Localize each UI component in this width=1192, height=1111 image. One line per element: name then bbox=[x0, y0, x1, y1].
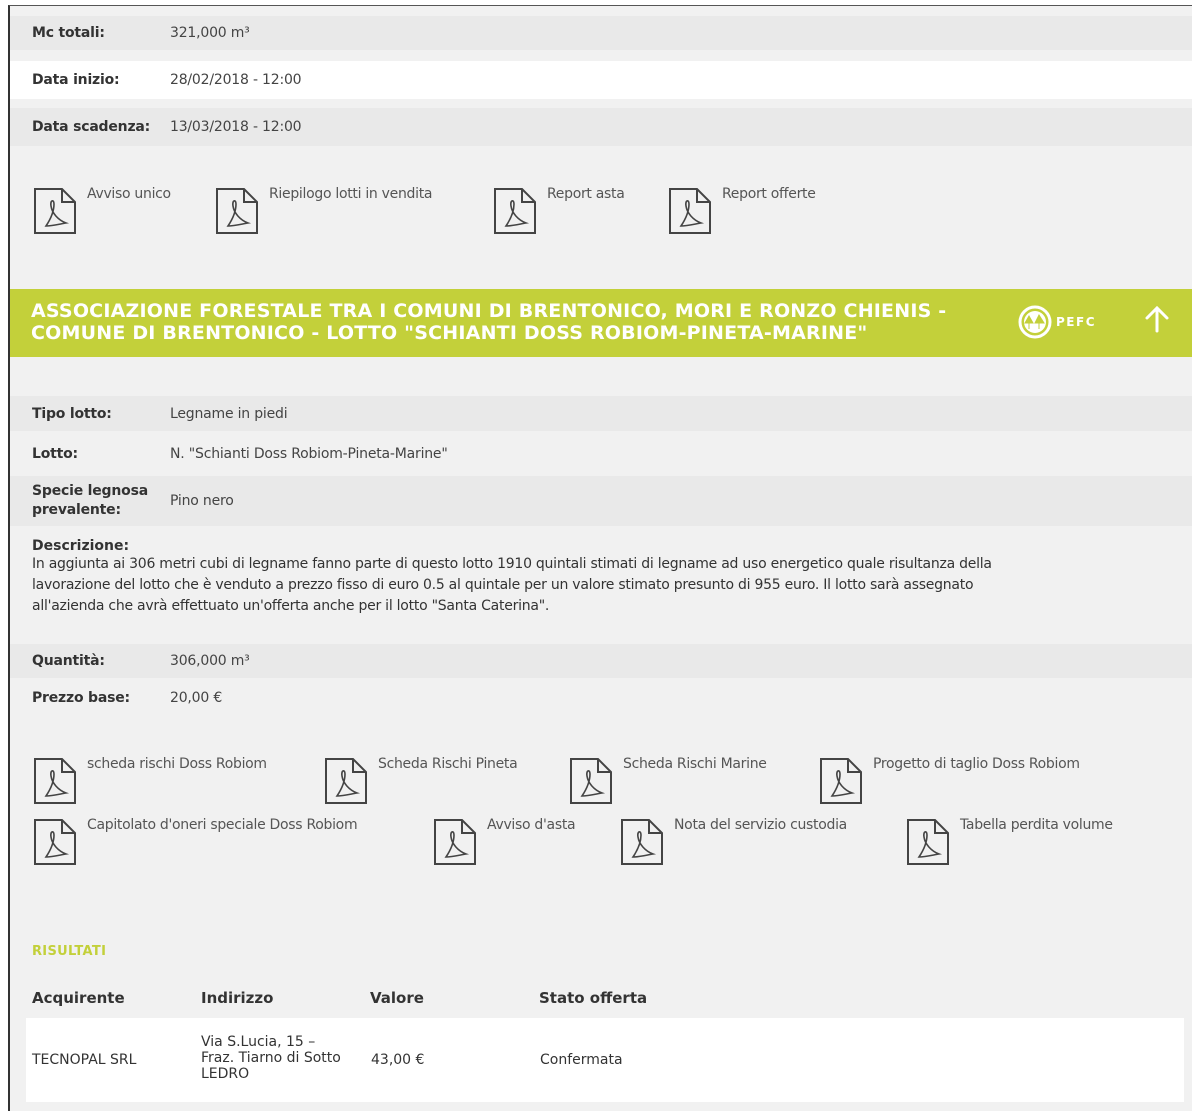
descrizione-label: Descrizione: bbox=[32, 538, 130, 554]
cell-acquirente: TECNOPAL SRL bbox=[32, 1052, 137, 1068]
doc-label: Scheda Rischi Pineta bbox=[378, 756, 518, 772]
quantita-value: 306,000 m³ bbox=[170, 653, 250, 669]
doc-label: Tabella perdita volume bbox=[960, 817, 1113, 833]
quantita-label: Quantità: bbox=[32, 653, 105, 669]
doc-label: scheda rischi Doss Robiom bbox=[87, 756, 267, 772]
data-scadenza-label: Data scadenza: bbox=[32, 119, 151, 135]
doc-label: Riepilogo lotti in vendita bbox=[269, 186, 433, 202]
header-stato-offerta: Stato offerta bbox=[539, 989, 648, 1007]
pdf-icon bbox=[907, 819, 949, 865]
prezzo-base-row: Prezzo base: 20,00 € bbox=[10, 681, 1192, 715]
table-row: TECNOPAL SRL Via S.Lucia, 15 – Fraz. Tia… bbox=[26, 1018, 1184, 1102]
descrizione-line-2: lavorazione del lotto che è venduto a pr… bbox=[32, 577, 974, 593]
doc-label: Avviso d'asta bbox=[487, 817, 576, 833]
doc-link-report-offerte[interactable]: Report offerte bbox=[667, 186, 816, 236]
indirizzo-line-2: Fraz. Tiarno di Sotto bbox=[201, 1050, 341, 1066]
specie-row: Specie legnosa prevalente: Pino nero bbox=[10, 476, 1192, 526]
results-table-header: Acquirente Indirizzo Valore Stato offert… bbox=[32, 989, 1182, 1011]
pdf-icon bbox=[34, 188, 76, 234]
doc-link-tabella-perdita-volume[interactable]: Tabella perdita volume bbox=[905, 817, 1113, 867]
lotto-value: N. "Schianti Doss Robiom-Pineta-Marine" bbox=[170, 445, 448, 462]
pdf-icon bbox=[434, 819, 476, 865]
specie-label-line-1: Specie legnosa bbox=[32, 483, 148, 499]
tipo-lotto-value: Legname in piedi bbox=[170, 405, 288, 422]
doc-link-scheda-rischi-doss-robiom[interactable]: scheda rischi Doss Robiom bbox=[32, 756, 267, 806]
pefc-logo-text: PEFC bbox=[1056, 315, 1096, 329]
pdf-icon bbox=[669, 188, 711, 234]
lotto-row: Lotto: N. "Schianti Doss Robiom-Pineta-M… bbox=[10, 436, 1192, 471]
doc-label: Report offerte bbox=[722, 186, 816, 202]
specie-label-line-2: prevalente: bbox=[32, 502, 121, 518]
pdf-icon bbox=[820, 758, 862, 804]
mc-totali-value: 321,000 m³ bbox=[170, 25, 250, 41]
descrizione-line-1: In aggiunta ai 306 metri cubi di legname… bbox=[32, 556, 992, 572]
doc-label: Avviso unico bbox=[87, 186, 171, 202]
header-indirizzo: Indirizzo bbox=[201, 989, 274, 1007]
pdf-icon bbox=[621, 819, 663, 865]
pdf-icon bbox=[34, 758, 76, 804]
data-scadenza-value: 13/03/2018 - 12:00 bbox=[170, 119, 302, 135]
doc-label: Report asta bbox=[547, 186, 625, 202]
specie-value: Pino nero bbox=[170, 493, 234, 509]
lotto-label: Lotto: bbox=[32, 445, 78, 462]
pdf-icon bbox=[34, 819, 76, 865]
pdf-icon bbox=[216, 188, 258, 234]
tipo-lotto-row: Tipo lotto: Legname in piedi bbox=[10, 396, 1192, 431]
descrizione-block: Descrizione: In aggiunta ai 306 metri cu… bbox=[10, 538, 1192, 617]
cell-indirizzo: Via S.Lucia, 15 – Fraz. Tiarno di Sotto … bbox=[201, 1034, 341, 1082]
auction-detail-panel: Mc totali: 321,000 m³ Data inizio: 28/02… bbox=[8, 5, 1192, 1111]
doc-link-avviso-asta[interactable]: Avviso d'asta bbox=[432, 817, 576, 867]
data-scadenza-row: Data scadenza: 13/03/2018 - 12:00 bbox=[10, 108, 1192, 146]
doc-link-riepilogo-lotti[interactable]: Riepilogo lotti in vendita bbox=[214, 186, 432, 236]
pefc-tree-icon bbox=[1018, 305, 1052, 339]
results-section-title: RISULTATI bbox=[32, 944, 107, 959]
doc-link-scheda-rischi-marine[interactable]: Scheda Rischi Marine bbox=[568, 756, 767, 806]
header-valore: Valore bbox=[370, 989, 424, 1007]
cell-stato-offerta: Confermata bbox=[540, 1052, 623, 1068]
data-inizio-row: Data inizio: 28/02/2018 - 12:00 bbox=[10, 61, 1192, 99]
specie-label: Specie legnosa prevalente: bbox=[32, 482, 170, 520]
pdf-icon bbox=[325, 758, 367, 804]
doc-link-avviso-unico[interactable]: Avviso unico bbox=[32, 186, 171, 236]
doc-label: Scheda Rischi Marine bbox=[623, 756, 767, 772]
doc-link-report-asta[interactable]: Report asta bbox=[492, 186, 625, 236]
pdf-icon bbox=[570, 758, 612, 804]
scroll-up-button[interactable] bbox=[1144, 305, 1170, 338]
doc-link-scheda-rischi-pineta[interactable]: Scheda Rischi Pineta bbox=[323, 756, 518, 806]
indirizzo-line-3: LEDRO bbox=[201, 1066, 250, 1082]
doc-link-capitolato[interactable]: Capitolato d'oneri speciale Doss Robiom bbox=[32, 817, 358, 867]
mc-totali-label: Mc totali: bbox=[32, 25, 105, 41]
lot-title-banner: ASSOCIAZIONE FORESTALE TRA I COMUNI DI B… bbox=[10, 289, 1192, 357]
cell-valore: 43,00 € bbox=[371, 1052, 425, 1068]
mc-totali-row: Mc totali: 321,000 m³ bbox=[10, 16, 1192, 50]
doc-label: Progetto di taglio Doss Robiom bbox=[873, 756, 1080, 772]
descrizione-line-3: all'azienda che avrà effettuato un'offer… bbox=[32, 598, 550, 614]
tipo-lotto-label: Tipo lotto: bbox=[32, 405, 112, 422]
arrow-up-icon bbox=[1145, 305, 1169, 333]
pefc-logo: PEFC bbox=[1018, 305, 1096, 339]
indirizzo-line-1: Via S.Lucia, 15 – bbox=[201, 1034, 316, 1050]
doc-label: Capitolato d'oneri speciale Doss Robiom bbox=[87, 817, 358, 833]
header-acquirente: Acquirente bbox=[32, 989, 125, 1007]
doc-link-progetto-di-taglio[interactable]: Progetto di taglio Doss Robiom bbox=[818, 756, 1080, 806]
doc-link-nota-servizio-custodia[interactable]: Nota del servizio custodia bbox=[619, 817, 847, 867]
data-inizio-value: 28/02/2018 - 12:00 bbox=[170, 72, 302, 88]
data-inizio-label: Data inizio: bbox=[32, 72, 120, 88]
prezzo-base-value: 20,00 € bbox=[170, 690, 223, 706]
quantita-row: Quantità: 306,000 m³ bbox=[10, 644, 1192, 678]
doc-label: Nota del servizio custodia bbox=[674, 817, 847, 833]
pdf-icon bbox=[494, 188, 536, 234]
prezzo-base-label: Prezzo base: bbox=[32, 690, 130, 706]
